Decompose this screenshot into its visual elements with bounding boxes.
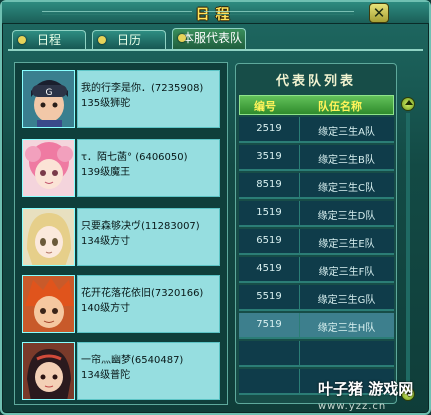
member-info: 花开花落花依旧(7320166) 140级方寸 [77,275,220,333]
tab-dot-icon [178,34,186,42]
team-name: 缘定三生F队 [318,267,375,278]
tab-calendar[interactable]: 日历 [92,30,166,50]
team-name: 缘定三生C队 [318,183,375,194]
dark-hair-avatar-icon [23,343,74,399]
table-row[interactable]: 8519 缘定三生C队 [239,173,394,199]
team-name: 缘定三生H队 [317,323,376,334]
member-level: 135级狮驼 [81,98,131,109]
team-id: 3519 [256,151,282,162]
scrollbar-track[interactable] [406,113,410,383]
team-id: 1519 [256,207,282,218]
member-name: 一帘灬幽梦(6540487) [81,355,184,366]
title-bar: 日程 ✕ [2,2,429,24]
team-name: 缘定三生B队 [318,155,375,166]
avatar [22,275,75,333]
tab-label: 日程 [36,33,61,47]
member-info: 只要森够决ヴ(11283007) 134级方寸 [77,208,220,266]
close-icon: ✕ [372,4,386,22]
avatar: G [22,70,75,128]
close-button[interactable]: ✕ [369,3,389,23]
member-card[interactable]: 一帘灬幽梦(6540487) 134级普陀 [22,342,220,400]
team-name: 缘定三生A队 [318,127,375,138]
watermark-url: www.yzz.cn [318,401,387,412]
member-level: 140级方寸 [81,303,131,314]
tab-label: 日历 [116,33,141,47]
team-id: 5519 [256,291,282,302]
member-info: 一帘灬幽梦(6540487) 134级普陀 [77,342,220,400]
table-row-selected[interactable]: 7519 缘定三生H队 [239,313,394,339]
svg-text:G: G [46,88,53,98]
member-info: τ．陌七菡° (6406050) 139级魔王 [77,139,220,197]
table-row[interactable]: 6519 缘定三生E队 [239,229,394,255]
member-card[interactable]: 只要森够决ヴ(11283007) 134级方寸 [22,208,220,266]
member-name: 我的行李是你．(7235908) [81,83,204,94]
table-row[interactable]: 1519 缘定三生D队 [239,201,394,227]
member-level: 134级普陀 [81,370,131,381]
team-name: 缘定三生G队 [317,295,376,306]
table-row-empty[interactable] [239,341,394,367]
blonde-girl-avatar-icon [23,209,74,265]
scroll-up-icon[interactable] [401,97,415,111]
table-row[interactable]: 3519 缘定三生B队 [239,145,394,171]
member-level: 134级方寸 [81,236,131,247]
team-list-panel: 代表队列表 编号 队伍名称 2519 缘定三生A队 3519 缘定三生B队 85… [235,63,397,404]
team-name: 缘定三生D队 [317,211,376,222]
team-id: 2519 [256,123,282,134]
member-panel: G 我的行李是你．(7235908) 135级狮驼 τ．陌七菡° (640605… [14,62,228,405]
avatar [22,139,75,197]
pink-hair-avatar-icon [23,140,74,196]
member-info: 我的行李是你．(7235908) 135级狮驼 [77,70,220,128]
avatar [22,342,75,400]
team-id: 7519 [256,319,282,330]
member-name: 只要森够决ヴ(11283007) [81,221,200,232]
member-card[interactable]: G 我的行李是你．(7235908) 135级狮驼 [22,70,220,128]
table-row[interactable]: 4519 缘定三生F队 [239,257,394,283]
team-list-title: 代表队列表 [275,74,356,89]
title-ornament-right [204,11,354,15]
member-card[interactable]: τ．陌七菡° (6406050) 139级魔王 [22,139,220,197]
tab-schedule[interactable]: 日程 [12,30,86,50]
tab-dot-icon [18,36,26,44]
table-header: 编号 队伍名称 [239,95,394,115]
tab-server-team[interactable]: 本服代表队 [172,28,246,50]
column-header-id: 编号 [254,100,276,113]
team-id: 4519 [256,263,282,274]
schedule-window: 日程 ✕ 日程 日历 本服代表队 G 我的行李是你．(7235908) 135级… [0,0,431,415]
tab-dot-icon [98,36,106,44]
member-level: 139级魔王 [81,167,131,178]
watermark: 叶子猪 游戏网 www.yzz.cn [318,378,428,414]
column-header-name: 队伍名称 [318,100,362,113]
table-row[interactable]: 2519 缘定三生A队 [239,117,394,143]
team-name: 缘定三生E队 [318,239,375,250]
member-name: 花开花落花依旧(7320166) [81,288,204,299]
tab-underline [8,49,423,51]
boy-cap-avatar-icon: G [23,71,74,127]
team-id: 8519 [256,179,282,190]
avatar [22,208,75,266]
member-card[interactable]: 花开花落花依旧(7320166) 140级方寸 [22,275,220,333]
red-hair-avatar-icon [23,276,74,332]
table-row[interactable]: 5519 缘定三生G队 [239,285,394,311]
team-id: 6519 [256,235,282,246]
member-name: τ．陌七菡° (6406050) [81,152,188,163]
watermark-logo: 叶子猪 游戏网 [318,380,414,398]
